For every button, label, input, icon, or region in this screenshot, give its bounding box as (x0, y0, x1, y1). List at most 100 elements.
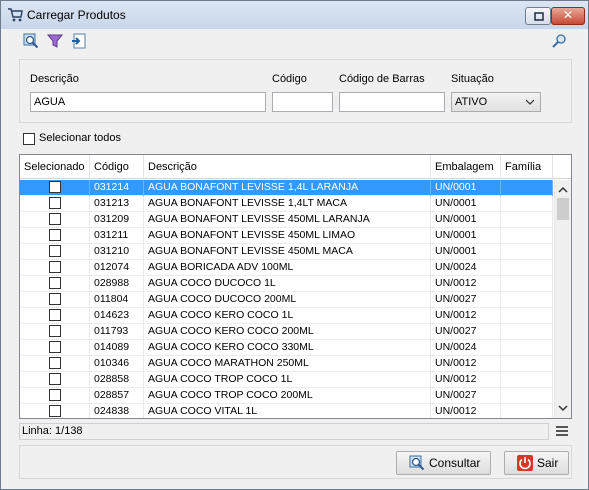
table-row[interactable]: 028858 AGUA COCO TROP COCO 1L UN/0012 (20, 372, 553, 388)
table-row[interactable]: 014089 AGUA COCO KERO COCO 330ML UN/0024 (20, 340, 553, 356)
cell-descricao: AGUA COCO KERO COCO 330ML (144, 340, 431, 356)
filter-icon[interactable] (47, 33, 63, 49)
cell-codigo: 024838 (90, 404, 144, 418)
table-row[interactable]: 012074 AGUA BORICADA ADV 100ML UN/0024 (20, 260, 553, 276)
scroll-up-icon[interactable] (557, 184, 569, 196)
header-descricao[interactable]: Descrição (144, 155, 431, 179)
cell-descricao: AGUA BONAFONT LEVISSE 450ML LIMAO (144, 228, 431, 244)
cell-codigo: 010346 (90, 356, 144, 372)
cell-familia (501, 372, 553, 388)
row-checkbox[interactable] (48, 309, 61, 321)
row-checkbox[interactable] (48, 341, 61, 353)
table-row[interactable]: 031213 AGUA BONAFONT LEVISSE 1,4LT MACA UN… (20, 196, 553, 212)
cell-embalagem: UN/0027 (431, 324, 501, 340)
search-zoom-icon[interactable] (23, 33, 39, 49)
row-checkbox[interactable] (48, 261, 61, 273)
cell-descricao: AGUA COCO DUCOCO 1L (144, 276, 431, 292)
row-checkbox[interactable] (48, 229, 61, 241)
maximize-button[interactable] (525, 7, 551, 25)
cell-codigo: 028858 (90, 372, 144, 388)
row-select-cell[interactable] (20, 372, 90, 388)
table-row[interactable]: 028857 AGUA COCO TROP COCO 200ML UN/0027 (20, 388, 553, 404)
row-checkbox[interactable] (48, 197, 61, 209)
header-codigo[interactable]: Código (90, 155, 144, 179)
row-select-cell[interactable] (20, 228, 90, 244)
vertical-scrollbar[interactable] (554, 180, 571, 418)
row-checkbox[interactable] (48, 277, 61, 289)
row-checkbox[interactable] (48, 245, 61, 257)
grid-header: Selecionado Código Descrição Embalagem F… (20, 155, 571, 179)
header-familia[interactable]: Família (501, 155, 553, 179)
row-select-cell[interactable] (20, 292, 90, 308)
row-checkbox[interactable] (48, 325, 61, 337)
row-select-cell[interactable] (20, 180, 90, 196)
cell-codigo: 011804 (90, 292, 144, 308)
row-checkbox[interactable] (48, 181, 61, 193)
cell-familia (501, 228, 553, 244)
row-select-cell[interactable] (20, 308, 90, 324)
cell-embalagem: UN/0012 (431, 308, 501, 324)
cell-descricao: AGUA BONAFONT LEVISSE 1,4L LARANJA (144, 180, 431, 196)
row-checkbox[interactable] (48, 389, 61, 401)
situacao-select[interactable]: ATIVO (451, 92, 541, 112)
table-row[interactable]: 031210 AGUA BONAFONT LEVISSE 450ML MACA UN… (20, 244, 553, 260)
row-select-cell[interactable] (20, 196, 90, 212)
row-select-cell[interactable] (20, 340, 90, 356)
table-row[interactable]: 031214 AGUA BONAFONT LEVISSE 1,4L LARANJA… (20, 180, 553, 196)
table-row[interactable]: 010346 AGUA COCO MARATHON 250ML UN/0012 (20, 356, 553, 372)
row-checkbox[interactable] (48, 293, 61, 305)
row-select-cell[interactable] (20, 260, 90, 276)
table-row[interactable]: 011804 AGUA COCO DUCOCO 200ML UN/0027 (20, 292, 553, 308)
row-select-cell[interactable] (20, 244, 90, 260)
codigo-barras-label: Código de Barras (339, 73, 425, 85)
window-title: Carregar Produtos (27, 8, 126, 22)
cell-embalagem: UN/0012 (431, 404, 501, 418)
row-checkbox[interactable] (48, 373, 61, 385)
row-checkbox[interactable] (48, 357, 61, 369)
carregar-produtos-window: Carregar Produtos ✕ Descrição Código Cód… (0, 0, 589, 490)
cell-descricao: AGUA BONAFONT LEVISSE 450ML LARANJA (144, 212, 431, 228)
table-row[interactable]: 024838 AGUA COCO VITAL 1L UN/0012 (20, 404, 553, 418)
header-embalagem[interactable]: Embalagem (431, 155, 501, 179)
consultar-button[interactable]: Consultar (396, 451, 491, 475)
codigo-input[interactable] (272, 92, 333, 112)
row-checkbox[interactable] (48, 405, 61, 417)
sair-button[interactable]: Sair (504, 451, 569, 475)
table-row[interactable]: 031209 AGUA BONAFONT LEVISSE 450ML LARANJ… (20, 212, 553, 228)
cell-codigo: 031210 (90, 244, 144, 260)
codigo-barras-input[interactable] (339, 92, 445, 112)
table-row[interactable]: 031211 AGUA BONAFONT LEVISSE 450ML LIMAO U… (20, 228, 553, 244)
row-select-cell[interactable] (20, 388, 90, 404)
cell-codigo: 014623 (90, 308, 144, 324)
row-checkbox[interactable] (48, 213, 61, 225)
table-row[interactable]: 014623 AGUA COCO KERO COCO 1L UN/0012 (20, 308, 553, 324)
row-select-cell[interactable] (20, 324, 90, 340)
cell-codigo: 031214 (90, 180, 144, 196)
descricao-input[interactable] (30, 92, 266, 112)
cell-codigo: 012074 (90, 260, 144, 276)
table-row[interactable]: 028988 AGUA COCO DUCOCO 1L UN/0012 (20, 276, 553, 292)
key-search-icon[interactable] (551, 33, 567, 49)
chevron-down-icon (526, 99, 534, 105)
header-selecionado[interactable]: Selecionado (20, 155, 90, 179)
row-select-cell[interactable] (20, 356, 90, 372)
maximize-icon (534, 12, 544, 21)
cell-embalagem: UN/0001 (431, 244, 501, 260)
row-select-cell[interactable] (20, 404, 90, 418)
row-select-cell[interactable] (20, 276, 90, 292)
cell-descricao: AGUA BORICADA ADV 100ML (144, 260, 431, 276)
scroll-down-icon[interactable] (557, 402, 569, 414)
menu-icon[interactable] (555, 425, 569, 437)
cell-familia (501, 356, 553, 372)
export-icon[interactable] (71, 33, 87, 49)
cell-descricao: AGUA COCO DUCOCO 200ML (144, 292, 431, 308)
cell-familia (501, 180, 553, 196)
title-bar[interactable]: Carregar Produtos ✕ (1, 1, 588, 29)
select-all-checkbox[interactable] (23, 133, 35, 145)
row-select-cell[interactable] (20, 212, 90, 228)
cell-familia (501, 340, 553, 356)
close-button[interactable]: ✕ (551, 7, 585, 25)
cell-codigo: 014089 (90, 340, 144, 356)
table-row[interactable]: 011793 AGUA COCO KERO COCO 200ML UN/0027 (20, 324, 553, 340)
scroll-thumb[interactable] (557, 198, 569, 220)
